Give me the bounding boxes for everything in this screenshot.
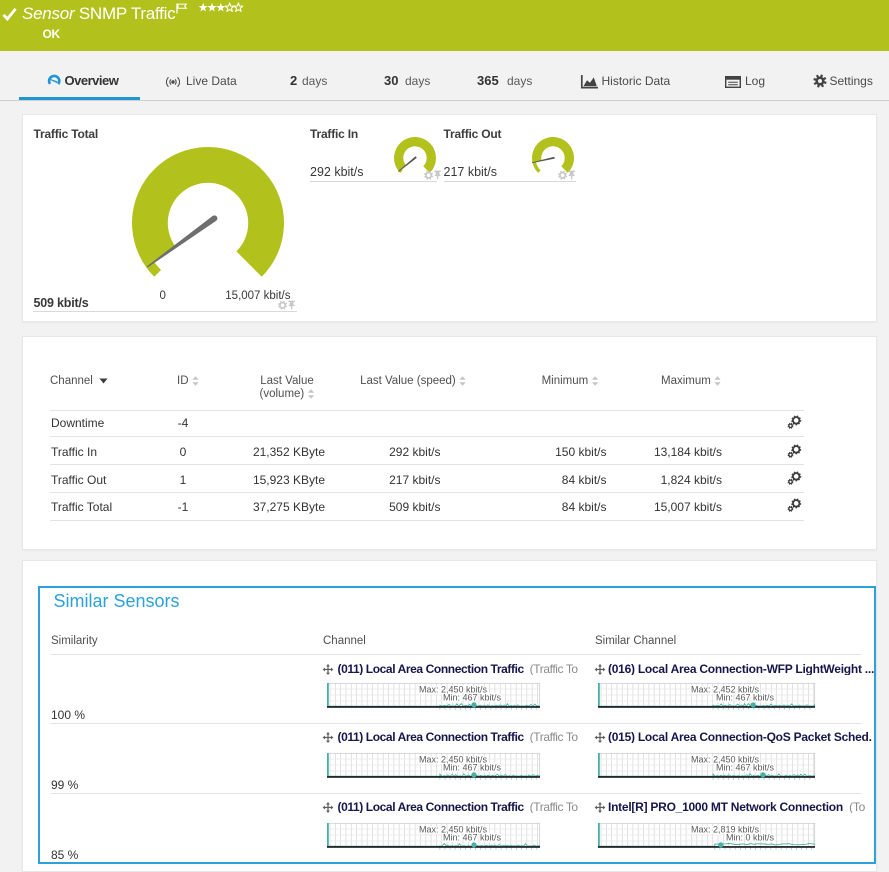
svg-text:Min: 467 kbit/s: Min: 467 kbit/s xyxy=(443,692,502,702)
svg-text:Min: 467 kbit/s: Min: 467 kbit/s xyxy=(716,763,775,773)
svg-text:Min: 467 kbit/s: Min: 467 kbit/s xyxy=(443,833,502,843)
svg-text:Min: 0 kbit/s: Min: 0 kbit/s xyxy=(726,833,775,843)
svg-text:Min: 467 kbit/s: Min: 467 kbit/s xyxy=(716,692,775,702)
svg-text:Min: 467 kbit/s: Min: 467 kbit/s xyxy=(443,763,502,773)
